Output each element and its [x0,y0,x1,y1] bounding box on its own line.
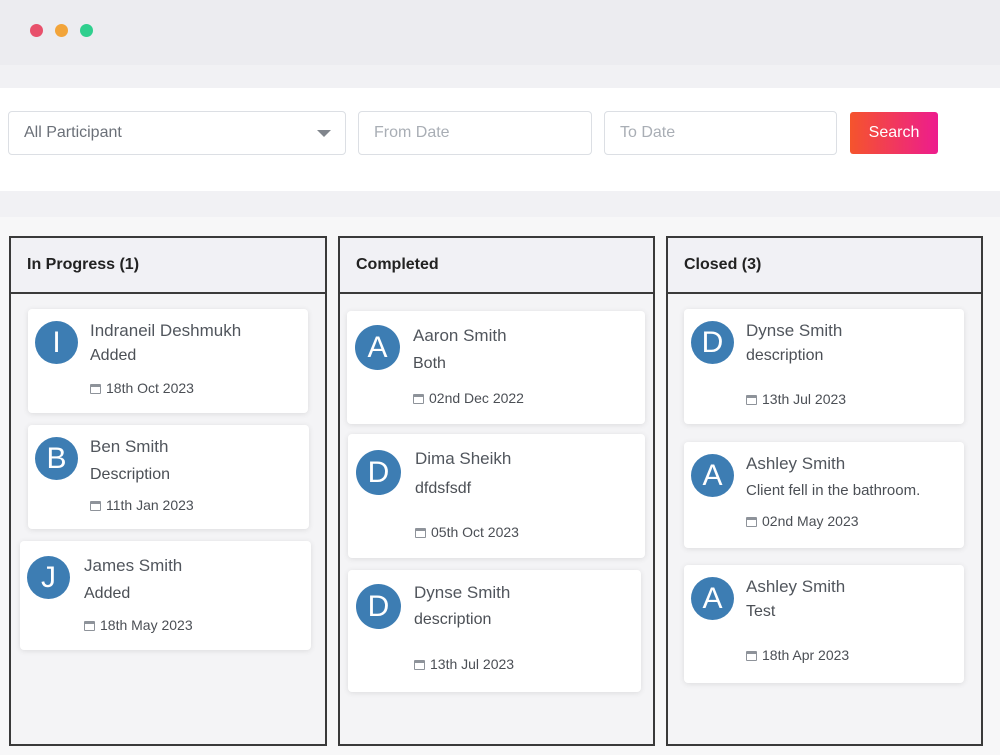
calendar-icon [746,517,757,527]
task-card[interactable]: A Ashley Smith Client fell in the bathro… [684,442,964,548]
card-date-text: 18th May 2023 [100,617,193,633]
card-name: Dima Sheikh [415,449,512,468]
card-name: Dynse Smith [746,321,843,340]
calendar-icon [746,395,757,405]
card-description: dfdsfsdf [415,480,472,497]
chevron-down-icon [317,130,331,137]
avatar: A [691,577,734,620]
card-date: 18th Oct 2023 [90,380,194,396]
window-maximize-dot[interactable] [80,24,93,37]
card-date: 18th Apr 2023 [746,647,849,663]
card-date-text: 02nd Dec 2022 [429,390,524,406]
task-card[interactable]: D Dynse Smith description 13th Jul 2023 [348,570,641,692]
card-date: 02nd May 2023 [746,513,859,529]
column-closed: Closed (3) D Dynse Smith description 13t… [666,236,983,746]
column-title: In Progress (1) [11,238,325,294]
task-card[interactable]: D Dynse Smith description 13th Jul 2023 [684,309,964,424]
card-date-text: 05th Oct 2023 [431,524,519,540]
card-description: description [746,347,824,364]
card-name: Dynse Smith [414,583,511,602]
column-title: Completed [340,238,653,294]
card-date-text: 18th Oct 2023 [106,380,194,396]
calendar-icon [90,501,101,511]
column-in-progress: In Progress (1) I Indraneil Deshmukh Add… [9,236,327,746]
column-title: Closed (3) [668,238,981,294]
to-date-input[interactable]: To Date [604,111,837,155]
card-description: Test [746,603,776,620]
avatar: A [355,325,400,370]
avatar: D [356,584,401,629]
card-date: 13th Jul 2023 [746,391,846,407]
card-name: Ashley Smith [746,454,846,473]
card-description: Added [84,585,131,602]
calendar-icon [413,394,424,404]
card-date-text: 13th Jul 2023 [762,391,847,407]
calendar-icon [90,384,101,394]
calendar-icon [746,651,757,661]
task-card[interactable]: B Ben Smith Description 11th Jan 2023 [28,425,309,529]
search-button[interactable]: Search [850,112,938,154]
card-date-text: 02nd May 2023 [762,513,859,529]
card-description: Client fell in the bathroom. [746,482,921,499]
avatar: D [691,321,734,364]
task-card[interactable]: A Aaron Smith Both 02nd Dec 2022 [347,311,645,424]
avatar: B [35,437,78,480]
card-date: 11th Jan 2023 [90,497,194,513]
calendar-icon [415,528,426,538]
filter-bar: All Participant From Date To Date Search [0,88,1000,191]
card-description: Description [90,466,171,483]
card-date: 18th May 2023 [84,617,193,633]
avatar: A [691,454,734,497]
card-date: 13th Jul 2023 [414,656,514,672]
window-titlebar [0,0,1000,65]
card-name: Ben Smith [90,437,169,456]
card-date-text: 13th Jul 2023 [430,656,515,672]
card-name: Ashley Smith [746,577,846,596]
column-completed: Completed A Aaron Smith Both 02nd Dec 20… [338,236,655,746]
task-card[interactable]: I Indraneil Deshmukh Added 18th Oct 2023 [28,309,308,413]
card-name: James Smith [84,556,183,575]
participant-select-value: All Participant [24,124,122,141]
card-date-text: 11th Jan 2023 [106,497,194,513]
card-name: Indraneil Deshmukh [90,321,242,340]
avatar: I [35,321,78,364]
card-name: Aaron Smith [413,326,507,345]
card-date: 05th Oct 2023 [415,524,519,540]
avatar: D [356,450,401,495]
from-date-input[interactable]: From Date [358,111,592,155]
participant-select[interactable]: All Participant [8,111,346,155]
task-card[interactable]: J James Smith Added 18th May 2023 [20,541,311,650]
calendar-icon [414,660,425,670]
card-description: Both [413,355,446,372]
task-card[interactable]: D Dima Sheikh dfdsfsdf 05th Oct 2023 [348,434,645,558]
task-card[interactable]: A Ashley Smith Test 18th Apr 2023 [684,565,964,683]
card-date-text: 18th Apr 2023 [762,647,850,663]
kanban-board: In Progress (1) I Indraneil Deshmukh Add… [0,217,1000,755]
avatar: J [27,556,70,599]
card-date: 02nd Dec 2022 [413,390,524,406]
window-close-dot[interactable] [30,24,43,37]
card-description: description [414,611,492,628]
card-description: Added [90,347,137,364]
window-minimize-dot[interactable] [55,24,68,37]
calendar-icon [84,621,95,631]
